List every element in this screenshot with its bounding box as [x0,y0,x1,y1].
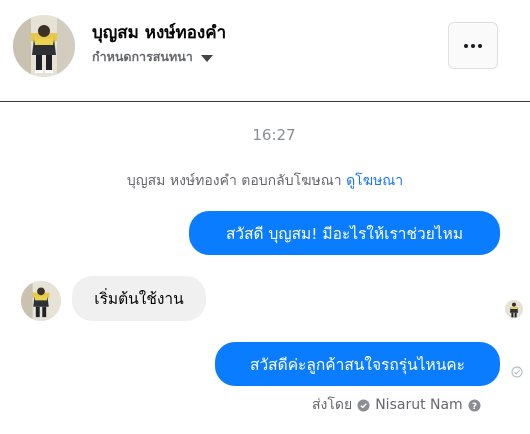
incoming-message-bubble[interactable]: เริ่มต้นใช้งาน [72,276,206,321]
person-photo-icon [13,15,75,77]
help-icon[interactable]: ? [468,399,481,412]
seen-by-avatar [505,300,523,318]
sender-name: Nisarut Nam [375,397,463,413]
ad-reply-text: บุญสม หงษ์ทองคำ ตอบกลับโฆษณา [126,173,342,189]
sent-by-info: ส่งโดย Nisarut Nam ? [312,395,481,415]
messenger-conversation: บุญสม หงษ์ทองคำ กำหนดการสนทนา 16:27 บุญส… [0,0,530,434]
message-timestamp: 16:27 [252,126,296,144]
outgoing-message-bubble[interactable]: สวัสดีค่ะลูกค้าสนใจรถรุ่นไหนคะ [215,342,500,386]
more-options-icon [464,43,468,48]
person-photo-icon [21,281,61,321]
sent-check-icon [511,366,523,378]
svg-text:?: ? [472,402,477,412]
contact-avatar-small [21,281,61,321]
more-options-dot [471,43,475,48]
caret-down-icon [200,54,213,62]
outgoing-message-bubble[interactable]: สวัสดี บุญสม! มีอะไรให้เราช่วยไหม [189,211,500,255]
contact-avatar[interactable] [13,15,75,77]
ad-reply-notice: บุญสม หงษ์ทองคำ ตอบกลับโฆษณา ดูโฆษณา [0,170,530,192]
more-options-button[interactable] [448,22,498,69]
schedule-conversation-dropdown[interactable]: กำหนดการสนทนา [92,48,213,66]
view-ad-link[interactable]: ดูโฆษณา [346,173,403,189]
verified-icon [357,399,370,411]
conversation-header: บุญสม หงษ์ทองคำ กำหนดการสนทนา [0,0,530,102]
schedule-conversation-label: กำหนดการสนทนา [92,49,193,64]
sent-by-label: ส่งโดย [312,397,353,413]
more-options-dot [478,43,482,48]
contact-name[interactable]: บุญสม หงษ์ทองคำ [92,19,226,46]
person-photo-icon [505,300,523,318]
